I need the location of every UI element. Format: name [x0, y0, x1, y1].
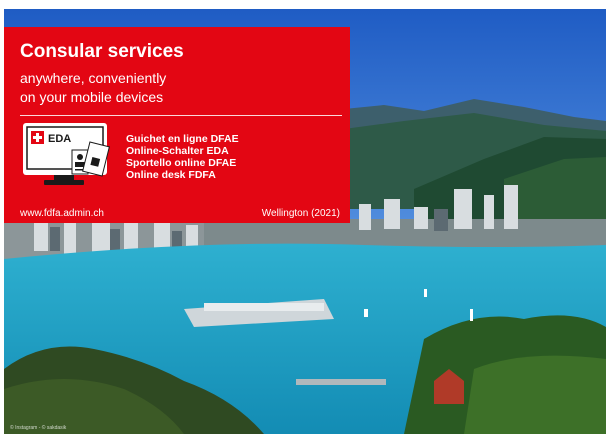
desk-name-german: Online-Schalter EDA	[126, 145, 229, 157]
desk-name-french: Guichet en ligne DFAE	[126, 133, 239, 145]
online-desk-names: Guichet en ligne DFAE Online-Schalter ED…	[126, 133, 239, 181]
subtitle-line-1: anywhere, conveniently	[20, 70, 167, 86]
photo-credit: © Instagram - © sakdasik	[10, 425, 67, 431]
eda-label: EDA	[48, 133, 71, 145]
desk-name-italian: Sportello online DFAE	[126, 157, 237, 169]
swiss-cross-icon	[31, 131, 44, 144]
panel-subtitle: anywhere, conveniently on your mobile de…	[20, 69, 166, 107]
location-caption: Wellington (2021)	[261, 208, 340, 219]
online-desk-illustration: EDA	[23, 123, 110, 185]
panel-title: Consular services	[20, 41, 184, 62]
website-link[interactable]: www.fdfa.admin.ch	[20, 208, 104, 219]
consular-services-card: Consular services anywhere, conveniently…	[4, 9, 606, 434]
divider	[20, 115, 342, 116]
info-panel: Consular services anywhere, conveniently…	[4, 27, 350, 223]
subtitle-line-2: on your mobile devices	[20, 89, 164, 105]
desk-name-english: Online desk FDFA	[126, 169, 216, 181]
